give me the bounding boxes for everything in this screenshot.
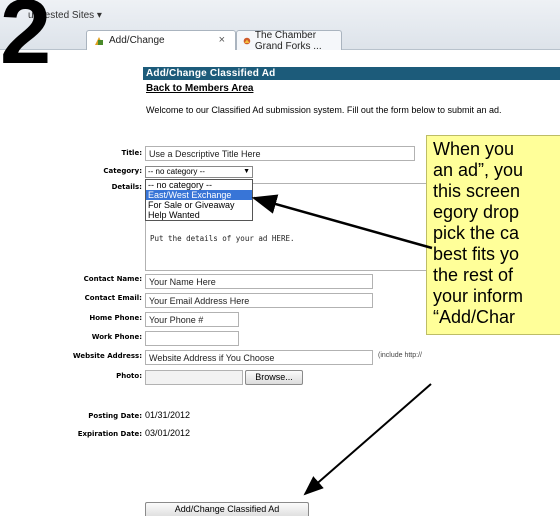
category-select[interactable]: -- no category -- ▼ [145,166,253,178]
posting-date-label: Posting Date: [88,412,142,420]
category-option[interactable]: Help Wanted [146,210,252,220]
instruction-callout: When you an ad”, you this screen egory d… [426,135,560,335]
category-selected-value: -- no category -- [148,167,205,176]
photo-label: Photo: [116,372,142,380]
home-phone-label: Home Phone: [89,314,142,322]
welcome-text: Welcome to our Classified Ad submission … [146,105,502,115]
contact-name-label: Contact Name: [83,275,142,283]
callout-line: this screen [433,181,521,201]
work-phone-input[interactable] [145,331,239,346]
callout-line: pick the ca [433,223,520,243]
callout-line: egory drop [433,202,520,222]
tab-add-change[interactable]: Add/Change × [86,30,236,50]
expiration-date-value: 03/01/2012 [145,428,191,438]
page-favicon-icon [95,36,103,45]
browse-button[interactable]: Browse... [245,370,303,385]
website-address-label: Website Address: [72,352,142,360]
category-dropdown-list[interactable]: -- no category -- East/West Exchange For… [145,179,253,221]
website-hint: (include http:// [378,352,422,359]
contact-email-input[interactable]: Your Email Address Here [145,293,373,308]
work-phone-label: Work Phone: [91,333,142,341]
category-option[interactable]: For Sale or Giveaway [146,200,252,210]
back-to-members-link[interactable]: Back to Members Area [146,83,253,94]
contact-name-input[interactable]: Your Name Here [145,274,373,289]
details-text: Put the details of your ad HERE. [150,234,295,243]
photo-file-input[interactable] [145,370,243,385]
callout-line: your inform [433,286,524,306]
category-option-highlighted[interactable]: East/West Exchange [146,190,252,200]
tab-label: The Chamber Grand Forks ... [254,29,322,52]
step-number: 2 [0,0,52,83]
tab-label: Add/Change [109,35,165,46]
category-label: Category: [103,167,142,175]
close-icon[interactable]: × [219,34,225,46]
page-title: Add/Change Classified Ad [143,67,560,80]
title-label: Title: [121,149,142,157]
callout-line: the rest of [433,265,514,285]
details-label: Details: [111,183,142,191]
title-input[interactable]: Use a Descriptive Title Here [145,146,415,161]
category-option[interactable]: -- no category -- [146,180,252,190]
chamber-favicon-icon [243,37,251,44]
chevron-down-icon: ▼ [243,168,250,175]
contact-email-label: Contact Email: [84,294,142,302]
callout-line: “Add/Char [433,307,516,327]
browser-toolbar: uggested Sites ▾ Add/Change × The Chambe… [0,0,560,52]
posting-date-value: 01/31/2012 [145,410,191,420]
callout-line: an ad”, you [433,160,524,180]
tab-chamber[interactable]: The Chamber Grand Forks ... [236,29,342,52]
website-address-input[interactable]: Website Address if You Choose [145,350,373,365]
home-phone-input[interactable]: Your Phone # [145,312,239,327]
callout-line: best fits yo [433,244,520,264]
expiration-date-label: Expiration Date: [77,430,142,438]
callout-line: When you [433,139,515,159]
